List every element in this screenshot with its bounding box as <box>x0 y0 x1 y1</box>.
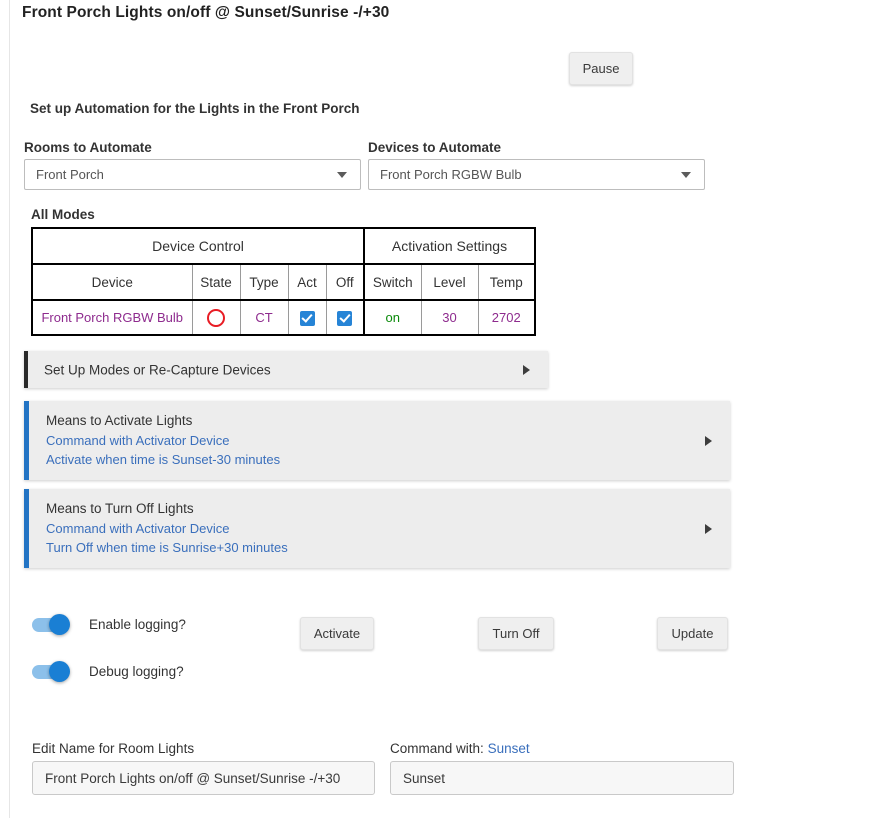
debug-logging-label: Debug logging? <box>89 664 184 679</box>
command-with-label: Command with: Sunset <box>390 741 530 756</box>
triangle-right-icon <box>523 364 530 375</box>
rooms-to-automate-select[interactable]: Front Porch <box>24 159 361 190</box>
debug-logging-row: Debug logging? <box>32 660 184 682</box>
edit-name-label: Edit Name for Room Lights <box>32 741 195 756</box>
col-header-device: Device <box>31 263 193 301</box>
table-row: Front Porch RGBW Bulb CT on 30 2702 <box>31 299 536 336</box>
toggle-knob-icon <box>49 613 70 635</box>
group-header-activation-settings: Activation Settings <box>363 227 536 265</box>
page-title: Front Porch Lights on/off @ Sunset/Sunri… <box>22 4 390 21</box>
chevron-down-icon <box>337 171 347 178</box>
accordion-turnoff-line2[interactable]: Turn Off when time is Sunrise+30 minutes <box>46 538 730 557</box>
col-header-off: Off <box>325 263 365 301</box>
col-header-state: State <box>191 263 241 301</box>
cell-level: 30 <box>420 299 479 336</box>
enable-logging-label: Enable logging? <box>89 617 186 632</box>
accordion-activate-line1[interactable]: Command with Activator Device <box>46 431 730 450</box>
chevron-down-icon <box>681 171 691 178</box>
devices-select-value: Front Porch RGBW Bulb <box>380 167 522 182</box>
accordion-activate-header: Means to Activate Lights <box>46 413 193 428</box>
accordion-setup-modes[interactable]: Set Up Modes or Re-Capture Devices <box>24 351 548 388</box>
accordion-setup-modes-title: Set Up Modes or Re-Capture Devices <box>44 362 271 377</box>
col-header-temp: Temp <box>477 263 536 301</box>
col-header-act: Act <box>287 263 327 301</box>
edit-name-input[interactable]: Front Porch Lights on/off @ Sunset/Sunri… <box>32 761 375 795</box>
command-with-text: Command with: <box>390 741 484 756</box>
page-subtitle: Set up Automation for the Lights in the … <box>30 101 360 116</box>
toggle-knob-icon <box>49 660 70 682</box>
command-with-input[interactable]: Sunset <box>390 761 734 795</box>
accordion-turnoff-header: Means to Turn Off Lights <box>46 501 194 516</box>
accordion-means-to-activate[interactable]: Means to Activate Lights Command with Ac… <box>24 401 730 480</box>
enable-logging-row: Enable logging? <box>32 613 186 635</box>
table-group-header-row: Device Control Activation Settings <box>31 227 536 265</box>
rooms-select-value: Front Porch <box>36 167 104 182</box>
modes-table: Device Control Activation Settings Devic… <box>31 227 536 336</box>
update-button[interactable]: Update <box>657 617 728 650</box>
cell-act-checkbox[interactable] <box>287 299 327 336</box>
group-header-device-control: Device Control <box>31 227 365 265</box>
accordion-means-to-turn-off[interactable]: Means to Turn Off Lights Command with Ac… <box>24 489 730 568</box>
cell-off-checkbox[interactable] <box>325 299 365 336</box>
activate-button[interactable]: Activate <box>300 617 374 650</box>
triangle-right-icon <box>705 523 712 534</box>
cell-state <box>191 299 241 336</box>
devices-to-automate-select[interactable]: Front Porch RGBW Bulb <box>368 159 705 190</box>
page-left-rule <box>9 0 10 818</box>
red-circle-icon <box>207 308 225 327</box>
all-modes-label: All Modes <box>31 207 95 222</box>
accordion-turnoff-line1[interactable]: Command with Activator Device <box>46 519 730 538</box>
col-header-switch: Switch <box>363 263 422 301</box>
cell-device-name: Front Porch RGBW Bulb <box>31 299 193 336</box>
triangle-right-icon <box>705 435 712 446</box>
command-with-link[interactable]: Sunset <box>488 741 530 756</box>
automation-page: Front Porch Lights on/off @ Sunset/Sunri… <box>0 0 869 818</box>
cell-temp: 2702 <box>477 299 536 336</box>
checkbox-checked-icon[interactable] <box>337 310 353 326</box>
cell-type: CT <box>239 299 289 336</box>
debug-logging-toggle[interactable] <box>32 660 70 682</box>
accordion-activate-line2[interactable]: Activate when time is Sunset-30 minutes <box>46 450 730 469</box>
rooms-to-automate-label: Rooms to Automate <box>24 140 152 155</box>
turn-off-button[interactable]: Turn Off <box>478 617 554 650</box>
table-column-header-row: Device State Type Act Off Switch Level T… <box>31 263 536 301</box>
col-header-level: Level <box>420 263 479 301</box>
cell-switch: on <box>363 299 422 336</box>
enable-logging-toggle[interactable] <box>32 613 70 635</box>
pause-button[interactable]: Pause <box>569 52 633 85</box>
col-header-type: Type <box>239 263 289 301</box>
checkbox-checked-icon[interactable] <box>299 310 315 326</box>
devices-to-automate-label: Devices to Automate <box>368 140 502 155</box>
